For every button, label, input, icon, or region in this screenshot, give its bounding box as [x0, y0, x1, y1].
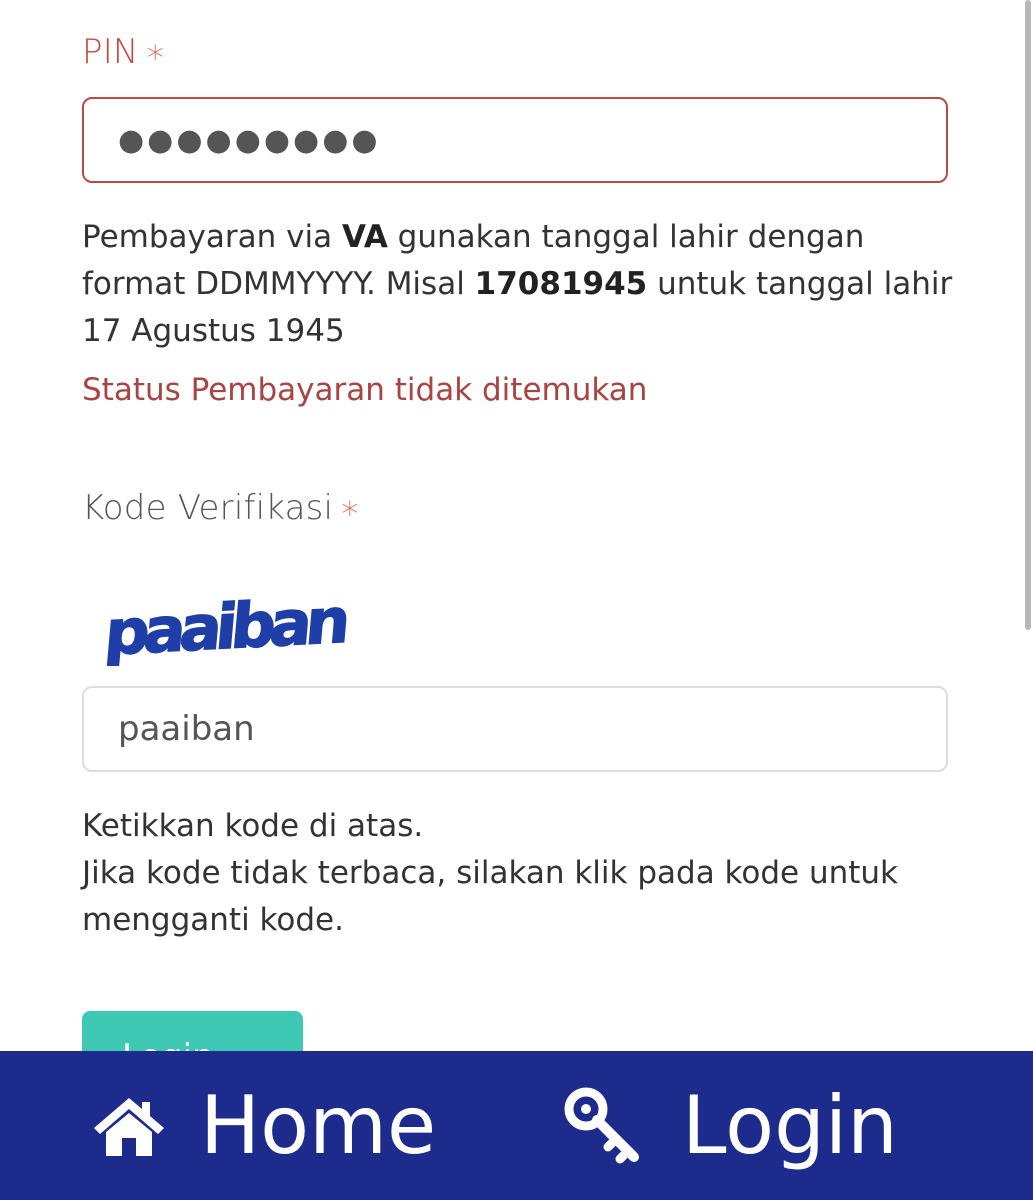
- bottom-nav: Home Login: [0, 1051, 1033, 1200]
- scrollbar[interactable]: [1025, 0, 1031, 630]
- required-marker: ∗: [339, 488, 361, 528]
- pin-help-text: Pembayaran via VA gunakan tanggal lahir …: [82, 214, 962, 355]
- nav-home-label: Home: [200, 1079, 437, 1172]
- captcha-image[interactable]: paaiban: [104, 576, 364, 666]
- pin-error-message: Status Pembayaran tidak ditemukan: [82, 372, 648, 408]
- home-icon: [94, 1097, 164, 1156]
- captcha-image-text: paaiban: [104, 584, 349, 666]
- nav-login-label: Login: [682, 1079, 898, 1172]
- pin-label: PIN ∗: [82, 32, 166, 72]
- captcha-label-text: Kode Verifikasi: [82, 488, 334, 528]
- nav-login[interactable]: Login: [564, 1079, 898, 1172]
- captcha-input[interactable]: paaiban: [82, 686, 948, 772]
- captcha-help-line: Ketikkan kode di atas.: [82, 808, 424, 844]
- required-marker: ∗: [144, 32, 167, 72]
- captcha-help-line: Jika kode tidak terbaca, silakan klik pa…: [82, 855, 899, 938]
- pin-help-part: Pembayaran via: [82, 219, 342, 255]
- captcha-input-value: paaiban: [118, 709, 255, 749]
- pin-help-example: 17081945: [474, 266, 648, 302]
- pin-masked-value: ●●●●●●●●●: [118, 122, 381, 158]
- key-icon: [564, 1087, 639, 1163]
- captcha-help-text: Ketikkan kode di atas. Jika kode tidak t…: [82, 803, 962, 944]
- pin-input[interactable]: ●●●●●●●●●: [82, 97, 948, 183]
- captcha-label: Kode Verifikasi ∗: [82, 488, 361, 528]
- pin-help-va: VA: [341, 219, 388, 255]
- page: PIN ∗ ●●●●●●●●● Pembayaran via VA gunakan…: [0, 0, 1033, 1200]
- nav-home[interactable]: Home: [92, 1079, 436, 1172]
- pin-label-text: PIN: [82, 32, 139, 72]
